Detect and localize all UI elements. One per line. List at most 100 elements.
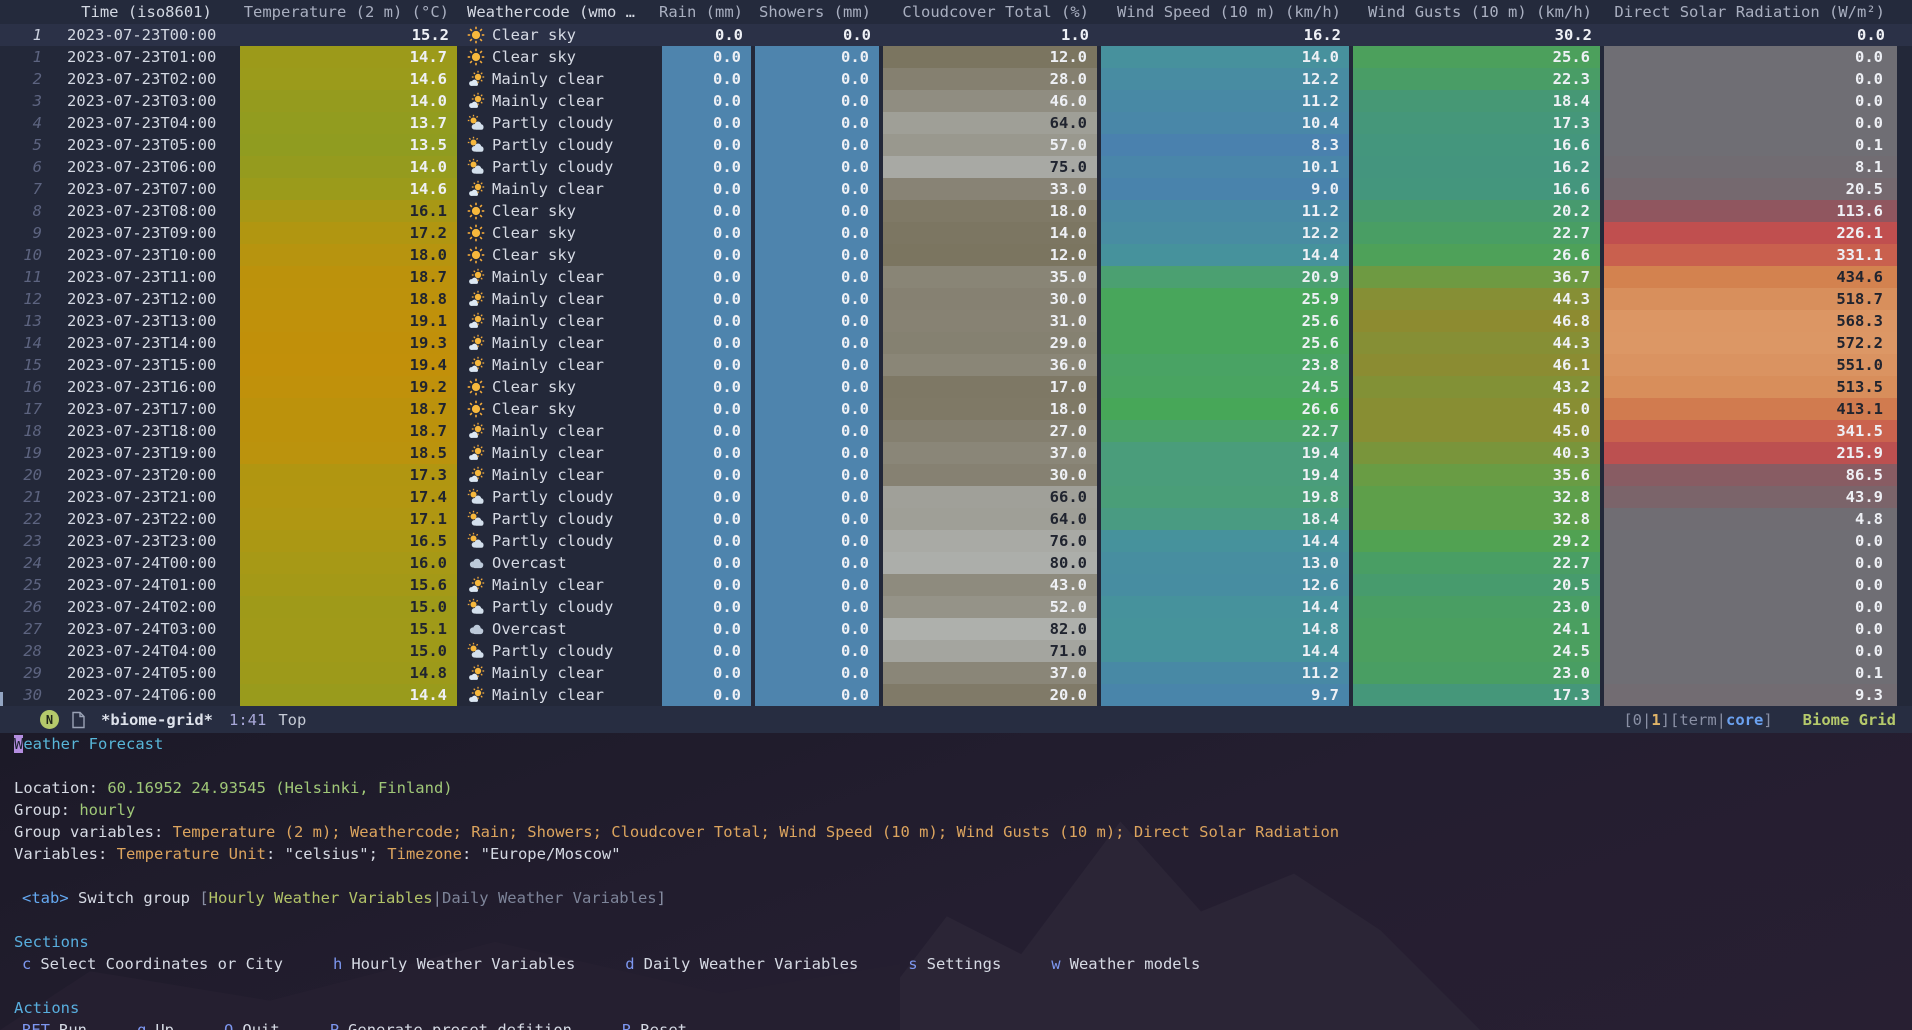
table-row[interactable]: 122023-07-23T12:0018.8Mainly clear0.00.0… [0, 288, 1912, 310]
table-cell-temp: 14.6 [238, 178, 459, 200]
table-row[interactable]: 202023-07-23T20:0017.3Mainly clear0.00.0… [0, 464, 1912, 486]
keybinding[interactable]: Q [224, 1021, 233, 1030]
table-cell-wind: 14.4 [1099, 530, 1351, 552]
table-row[interactable]: 302023-07-24T06:0014.4Mainly clear0.00.0… [0, 684, 1912, 706]
table-cell-time: 2023-07-24T06:00 [55, 684, 238, 706]
keybinding[interactable]: P [330, 1021, 339, 1030]
table-cell-num: 14 [0, 332, 55, 354]
table-row[interactable]: 282023-07-24T04:0015.0Partly cloudy0.00.… [0, 640, 1912, 662]
table-cell-cloud: 18.0 [881, 398, 1099, 420]
keybinding-label: Hourly Weather Variables [351, 955, 575, 973]
table-row[interactable]: 182023-07-23T18:0018.7Mainly clear0.00.0… [0, 420, 1912, 442]
active-group-tab[interactable]: Hourly Weather Variables [209, 889, 433, 907]
keybinding[interactable]: R [622, 1021, 631, 1030]
table-cell-wind: 14.0 [1099, 46, 1351, 68]
table-row[interactable]: 12023-07-23T01:0014.7Clear sky0.00.012.0… [0, 46, 1912, 68]
table-cell-temp: 18.7 [238, 266, 459, 288]
table-cell-gust: 30.2 [1351, 24, 1602, 46]
action-q[interactable]: QQuit [224, 1019, 280, 1030]
keybinding[interactable]: w [1051, 955, 1060, 973]
table-cell-num: 28 [0, 640, 55, 662]
table-row[interactable]: 272023-07-24T03:0015.1Overcast0.00.082.0… [0, 618, 1912, 640]
section-d[interactable]: dDaily Weather Variables [625, 953, 858, 975]
tab-key[interactable]: <tab> [22, 889, 69, 907]
keybinding[interactable]: d [625, 955, 634, 973]
section-s[interactable]: sSettings [908, 953, 1001, 975]
table-cell-time: 2023-07-23T07:00 [55, 178, 238, 200]
table-row[interactable]: 292023-07-24T05:0014.8Mainly clear0.00.0… [0, 662, 1912, 684]
keybinding[interactable]: RET [22, 1021, 50, 1030]
table-row[interactable]: 262023-07-24T02:0015.0Partly cloudy0.00.… [0, 596, 1912, 618]
section-w[interactable]: wWeather models [1051, 953, 1200, 975]
table-row[interactable]: 132023-07-23T13:0019.1Mainly clear0.00.0… [0, 310, 1912, 332]
action-r[interactable]: RReset [622, 1019, 687, 1030]
table-cell-solar: 0.0 [1602, 574, 1899, 596]
table-row[interactable]: 192023-07-23T19:0018.5Mainly clear0.00.0… [0, 442, 1912, 464]
table-row[interactable]: 82023-07-23T08:0016.1Clear sky0.00.018.0… [0, 200, 1912, 222]
section-c[interactable]: cSelect Coordinates or City [22, 953, 283, 975]
table-cell-solar: 215.9 [1602, 442, 1899, 464]
table-cell-gust: 22.7 [1351, 222, 1602, 244]
table-cell-solar: 0.1 [1602, 134, 1899, 156]
table-row[interactable]: 42023-07-23T04:0013.7Partly cloudy0.00.0… [0, 112, 1912, 134]
table-row[interactable]: 72023-07-23T07:0014.6Mainly clear0.00.03… [0, 178, 1912, 200]
weathercode-label: Partly cloudy [492, 510, 613, 528]
table-cell-gust: 24.1 [1351, 618, 1602, 640]
table-cell-gust: 45.0 [1351, 420, 1602, 442]
table-cell-showers: 0.0 [753, 310, 881, 332]
table-row[interactable]: 162023-07-23T16:0019.2Clear sky0.00.017.… [0, 376, 1912, 398]
table-row[interactable]: 212023-07-23T21:0017.4Partly cloudy0.00.… [0, 486, 1912, 508]
keybinding[interactable]: c [22, 955, 31, 973]
group-switcher[interactable]: <tab> Switch group [Hourly Weather Varia… [0, 887, 1912, 909]
table-cell-code: Clear sky [459, 398, 660, 420]
table-cell-cloud: 66.0 [881, 486, 1099, 508]
table-row[interactable]: 112023-07-23T11:0018.7Mainly clear0.00.0… [0, 266, 1912, 288]
table-row[interactable]: 252023-07-24T01:0015.6Mainly clear0.00.0… [0, 574, 1912, 596]
keybinding[interactable]: q [137, 1021, 146, 1030]
table-row[interactable]: 62023-07-23T06:0014.0Partly cloudy0.00.0… [0, 156, 1912, 178]
table-row[interactable]: 52023-07-23T05:0013.5Partly cloudy0.00.0… [0, 134, 1912, 156]
keybinding[interactable]: s [908, 955, 917, 973]
table-row[interactable]: 222023-07-23T22:0017.1Partly cloudy0.00.… [0, 508, 1912, 530]
table-cell-wind: 8.3 [1099, 134, 1351, 156]
table-cell-solar: 86.5 [1602, 464, 1899, 486]
table-row[interactable]: 152023-07-23T15:0019.4Mainly clear0.00.0… [0, 354, 1912, 376]
action-ret[interactable]: RETRun [22, 1019, 87, 1030]
variable-temperature-unit: Temperature Unit [117, 845, 266, 863]
table-cell-temp: 16.5 [238, 530, 459, 552]
inactive-group-tab[interactable]: Daily Weather Variables [442, 889, 657, 907]
keybinding[interactable]: h [333, 955, 342, 973]
table-cell-time: 2023-07-23T21:00 [55, 486, 238, 508]
table-cell-cloud: 57.0 [881, 134, 1099, 156]
column-header-solar: Direct Solar Radiation (W/m²) [1602, 0, 1899, 24]
table-row[interactable]: 172023-07-23T17:0018.7Clear sky0.00.018.… [0, 398, 1912, 420]
table-cell-solar: 4.8 [1602, 508, 1899, 530]
table-cell-code: Partly cloudy [459, 508, 660, 530]
table-cell-cloud: 29.0 [881, 332, 1099, 354]
table-cell-code: Overcast [459, 618, 660, 640]
section-h[interactable]: h Hourly Weather Variables [333, 953, 575, 975]
table-row[interactable]: 242023-07-24T00:0016.0Overcast0.00.080.0… [0, 552, 1912, 574]
sun-small-cloud-icon [467, 686, 485, 704]
table-cell-showers: 0.0 [753, 68, 881, 90]
action-q[interactable]: qUp [137, 1019, 174, 1030]
table-cell-gust: 32.8 [1351, 508, 1602, 530]
table-cell-time: 2023-07-23T19:00 [55, 442, 238, 464]
table-cell-temp: 15.0 [238, 640, 459, 662]
table-cell-rain: 0.0 [660, 200, 753, 222]
table-row[interactable]: 102023-07-23T10:0018.0Clear sky0.00.012.… [0, 244, 1912, 266]
weathercode-label: Clear sky [492, 224, 576, 242]
table-row[interactable]: 92023-07-23T09:0017.2Clear sky0.00.014.0… [0, 222, 1912, 244]
table-row[interactable]: 232023-07-23T23:0016.5Partly cloudy0.00.… [0, 530, 1912, 552]
table-cell-time: 2023-07-23T16:00 [55, 376, 238, 398]
actions-heading: Actions [0, 997, 1912, 1019]
table-row-current[interactable]: 12023-07-23T00:0015.2Clear sky0.00.01.01… [0, 24, 1912, 46]
table-row[interactable]: 22023-07-23T02:0014.6Mainly clear0.00.02… [0, 68, 1912, 90]
table-cell-rain: 0.0 [660, 310, 753, 332]
table-row[interactable]: 32023-07-23T03:0014.0Mainly clear0.00.04… [0, 90, 1912, 112]
table-cell-code: Partly cloudy [459, 596, 660, 618]
action-p[interactable]: PGenerate preset defition [330, 1019, 572, 1030]
group-variables-label: Group variables: [14, 823, 173, 841]
table-cell-showers: 0.0 [753, 618, 881, 640]
table-row[interactable]: 142023-07-23T14:0019.3Mainly clear0.00.0… [0, 332, 1912, 354]
